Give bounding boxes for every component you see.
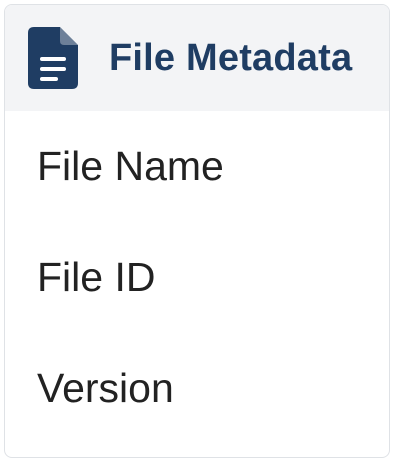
metadata-field-list: File Name File ID Version bbox=[5, 111, 389, 444]
field-file-id: File ID bbox=[37, 254, 156, 300]
file-metadata-panel: File Metadata File Name File ID Version bbox=[4, 4, 390, 458]
panel-title: File Metadata bbox=[109, 36, 353, 79]
panel-header: File Metadata bbox=[5, 5, 389, 111]
field-version: Version bbox=[37, 365, 174, 411]
field-file-name: File Name bbox=[37, 143, 224, 189]
document-icon bbox=[27, 27, 79, 89]
